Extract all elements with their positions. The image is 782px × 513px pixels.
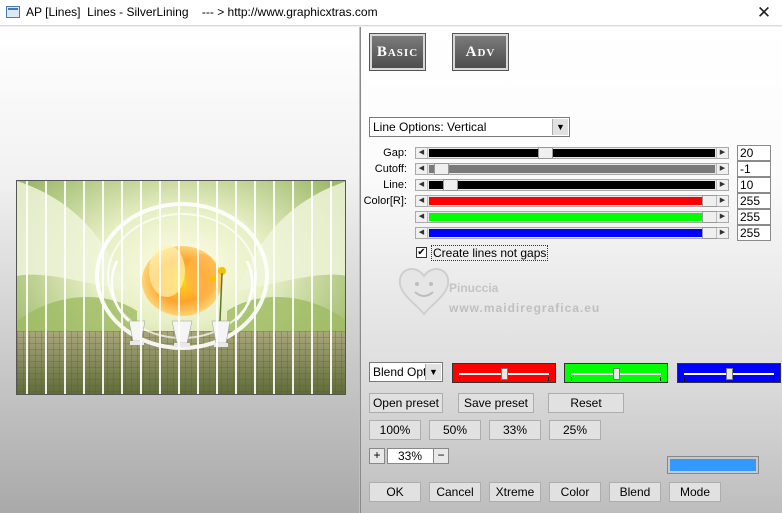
preview-pane <box>0 27 359 513</box>
mode-button[interactable]: Mode <box>669 482 721 502</box>
zoom-50-button[interactable]: 50% <box>429 420 481 440</box>
color-red-slider-track[interactable] <box>429 197 715 205</box>
open-preset-button[interactable]: Open preset <box>369 393 443 413</box>
blend-button[interactable]: Blend <box>609 482 661 502</box>
create-lines-label[interactable]: Create lines not gaps <box>431 245 549 261</box>
arrow-left-icon[interactable]: ◀ <box>416 164 428 174</box>
xtreme-button[interactable]: Xtreme <box>489 482 541 502</box>
color-button[interactable]: Color <box>549 482 601 502</box>
arrow-left-icon[interactable]: ◀ <box>416 228 428 238</box>
chevron-down-icon: ▼ <box>552 119 568 135</box>
green-channel-slider[interactable] <box>564 363 668 383</box>
reset-button[interactable]: Reset <box>548 393 624 413</box>
app-window-icon <box>6 6 20 18</box>
chevron-down-icon: ▼ <box>425 364 441 380</box>
line-slider-track[interactable] <box>429 181 715 189</box>
watermark-url: www.maidiregrafica.eu <box>449 301 601 315</box>
title-bar: AP [Lines] Lines - SilverLining --- > ht… <box>0 0 782 26</box>
cutoff-slider-thumb[interactable] <box>434 163 450 175</box>
preview-image <box>16 180 346 395</box>
cutoff-slider-track[interactable] <box>429 165 715 173</box>
arrow-left-icon[interactable]: ◀ <box>416 148 428 158</box>
zoom-100-button[interactable]: 100% <box>369 420 421 440</box>
blue-channel-thumb[interactable] <box>726 368 733 380</box>
line-slider-thumb[interactable] <box>442 179 458 191</box>
line-slider[interactable]: ◀ ▶ <box>415 179 729 191</box>
color-red-slider-thumb[interactable] <box>702 195 717 207</box>
color-swatch[interactable] <box>667 456 759 474</box>
arrow-right-icon[interactable]: ▶ <box>716 148 728 158</box>
arrow-right-icon[interactable]: ▶ <box>716 196 728 206</box>
color-blue-value-input[interactable]: 255 <box>737 225 771 241</box>
adv-mode-button[interactable]: Adv <box>452 33 509 71</box>
zoom-33-button[interactable]: 33% <box>489 420 541 440</box>
cancel-button[interactable]: Cancel <box>429 482 481 502</box>
red-channel-slider[interactable] <box>452 363 556 383</box>
close-icon[interactable]: ✕ <box>754 3 774 23</box>
red-channel-tick <box>459 377 460 381</box>
arrow-left-icon[interactable]: ◀ <box>416 180 428 190</box>
color-green-slider-track[interactable] <box>429 213 715 221</box>
cutoff-value-input[interactable]: -1 <box>737 161 771 177</box>
zoom-25-button[interactable]: 25% <box>549 420 601 440</box>
color-red-slider[interactable]: ◀ ▶ <box>415 195 729 207</box>
ok-button[interactable]: OK <box>369 482 421 502</box>
color-green-slider-thumb[interactable] <box>702 211 717 223</box>
blue-channel-slider[interactable] <box>677 363 781 383</box>
window-title: AP [Lines] Lines - SilverLining --- > ht… <box>26 5 378 19</box>
line-options-value: Line Options: Vertical <box>373 120 487 134</box>
gap-slider-thumb[interactable] <box>538 147 554 159</box>
preview-artwork <box>17 181 345 394</box>
arrow-right-icon[interactable]: ▶ <box>716 228 728 238</box>
line-value-input[interactable]: 10 <box>737 177 771 193</box>
zoom-minus-button[interactable]: − <box>433 448 449 464</box>
red-channel-thumb[interactable] <box>501 368 508 380</box>
arrow-right-icon[interactable]: ▶ <box>716 180 728 190</box>
gap-slider[interactable]: ◀ ▶ <box>415 147 729 159</box>
watermark-name: Pinuccia <box>449 281 499 295</box>
color-red-value-input[interactable]: 255 <box>737 193 771 209</box>
green-channel-tick <box>571 377 572 381</box>
cutoff-label: Cutoff: <box>374 163 407 175</box>
color-blue-slider[interactable]: ◀ ▶ <box>415 227 729 239</box>
arrow-right-icon[interactable]: ▶ <box>716 212 728 222</box>
green-channel-tick <box>660 377 661 381</box>
gap-label: Gap: <box>383 147 407 159</box>
color-r-label: Color[R]: <box>363 195 407 207</box>
color-blue-slider-thumb[interactable] <box>702 227 717 239</box>
arrow-right-icon[interactable]: ▶ <box>716 164 728 174</box>
arrow-left-icon[interactable]: ◀ <box>416 212 428 222</box>
create-lines-checkbox[interactable]: ✔ <box>416 247 427 258</box>
color-green-value-input[interactable]: 255 <box>737 209 771 225</box>
line-options-dropdown[interactable]: Line Options: Vertical ▼ <box>369 117 570 137</box>
blend-options-dropdown[interactable]: Blend Optic ▼ <box>369 362 443 382</box>
green-channel-thumb[interactable] <box>613 368 620 380</box>
basic-mode-button[interactable]: Basic <box>369 33 426 71</box>
gap-slider-track[interactable] <box>429 149 715 157</box>
zoom-level-input[interactable]: 33% <box>387 448 435 464</box>
color-green-slider[interactable]: ◀ ▶ <box>415 211 729 223</box>
blue-channel-tick <box>684 377 685 381</box>
zoom-plus-button[interactable]: + <box>369 448 385 464</box>
controls-pane: Basic Adv Line Options: Vertical ▼ Gap: … <box>361 27 782 513</box>
save-preset-button[interactable]: Save preset <box>458 393 534 413</box>
line-label: Line: <box>383 179 407 191</box>
arrow-left-icon[interactable]: ◀ <box>416 196 428 206</box>
color-blue-slider-track[interactable] <box>429 229 715 237</box>
red-channel-tick <box>548 377 549 381</box>
cutoff-slider[interactable]: ◀ ▶ <box>415 163 729 175</box>
gap-value-input[interactable]: 20 <box>737 145 771 161</box>
blue-channel-tick <box>773 377 774 381</box>
